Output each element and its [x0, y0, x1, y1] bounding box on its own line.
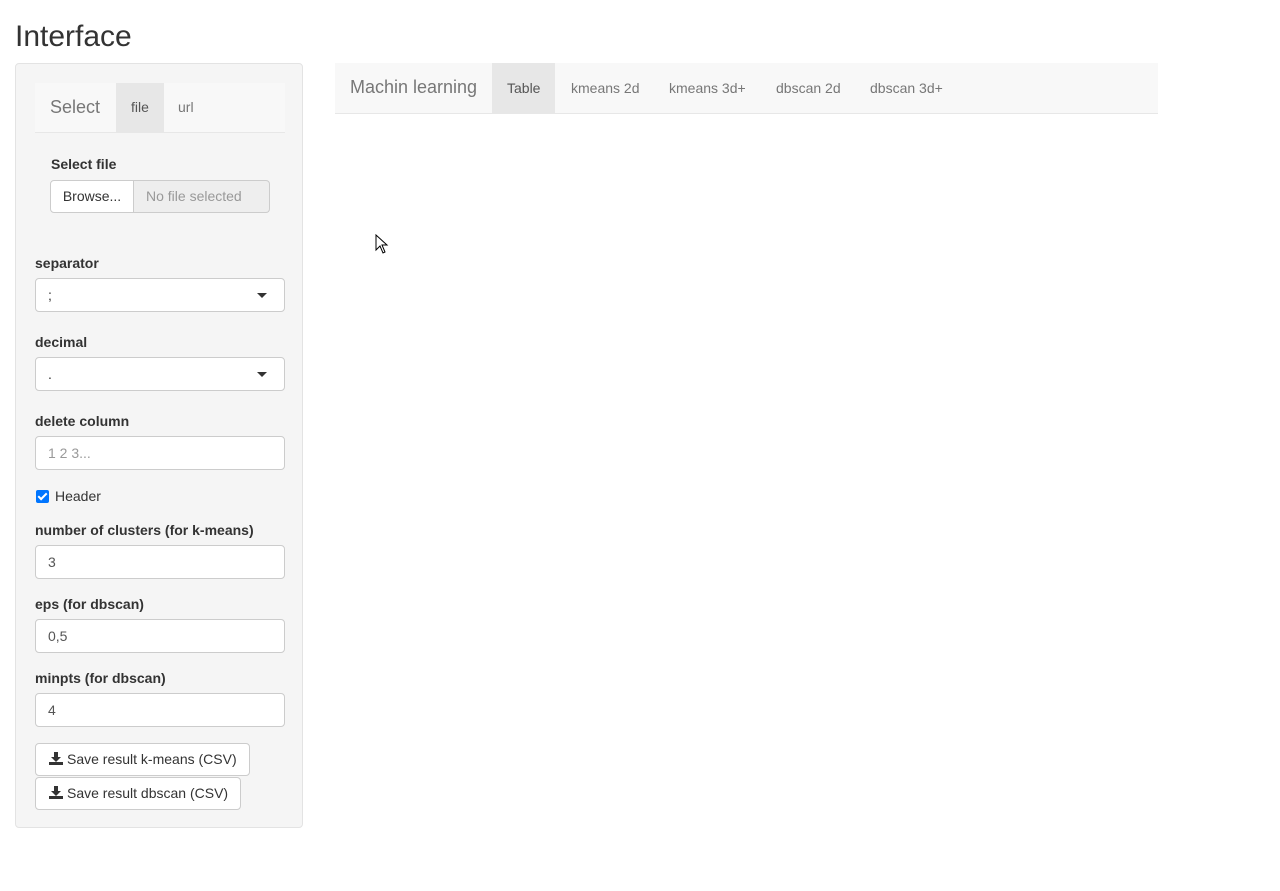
- page-title: Interface: [15, 20, 132, 53]
- save-kmeans-label: Save result k-means (CSV): [67, 751, 237, 767]
- download-icon: [49, 752, 63, 765]
- decimal-select[interactable]: .: [35, 357, 285, 391]
- tab-dbscan-2d[interactable]: dbscan 2d: [761, 63, 856, 113]
- save-kmeans-button[interactable]: Save result k-means (CSV): [35, 743, 250, 776]
- select-navbar-brand: Select: [50, 97, 101, 117]
- clusters-label: number of clusters (for k-means): [35, 522, 254, 538]
- sidebar-panel: Select file url Select file Browse... No…: [15, 63, 303, 828]
- tab-url[interactable]: url: [163, 83, 209, 132]
- delete-column-input[interactable]: 1 2 3...: [35, 436, 285, 470]
- decimal-label: decimal: [35, 334, 88, 350]
- separator-select[interactable]: ;: [35, 278, 285, 312]
- eps-value: 0,5: [48, 628, 68, 644]
- tab-file[interactable]: file: [116, 83, 164, 132]
- save-dbscan-button[interactable]: Save result dbscan (CSV): [35, 777, 242, 810]
- select-file-label: Select file: [51, 156, 117, 172]
- download-icon: [49, 786, 63, 799]
- browse-button[interactable]: Browse...: [50, 180, 134, 213]
- delete-column-placeholder: 1 2 3...: [48, 445, 91, 461]
- tab-table[interactable]: Table: [492, 63, 556, 113]
- separator-label: separator: [35, 255, 99, 271]
- minpts-input[interactable]: 4: [35, 693, 285, 727]
- main-navbar: Machin learning Table kmeans 2d kmeans 3…: [335, 63, 1158, 114]
- main-navbar-brand: Machin learning: [350, 77, 478, 97]
- eps-label: eps (for dbscan): [35, 596, 144, 612]
- clusters-input[interactable]: 3: [35, 545, 285, 579]
- chevron-down-icon: [257, 372, 267, 377]
- clusters-value: 3: [48, 554, 56, 570]
- separator-value: ;: [48, 287, 52, 303]
- select-navbar: Select file url: [35, 83, 285, 133]
- eps-input[interactable]: 0,5: [35, 619, 285, 653]
- chevron-down-icon: [257, 293, 267, 298]
- header-checkbox[interactable]: [36, 490, 49, 503]
- minpts-label: minpts (for dbscan): [35, 670, 166, 686]
- decimal-value: .: [48, 366, 52, 382]
- save-dbscan-label: Save result dbscan (CSV): [67, 785, 229, 801]
- delete-column-label: delete column: [35, 413, 130, 429]
- tab-dbscan-3d[interactable]: dbscan 3d+: [855, 63, 958, 113]
- minpts-value: 4: [48, 702, 56, 718]
- tab-kmeans-3d[interactable]: kmeans 3d+: [654, 63, 761, 113]
- tab-kmeans-2d[interactable]: kmeans 2d: [556, 63, 654, 113]
- header-checkbox-label: Header: [55, 488, 101, 504]
- file-name-display: No file selected: [134, 180, 270, 213]
- file-input: Browse... No file selected: [50, 180, 270, 213]
- mouse-pointer-icon: [375, 234, 389, 254]
